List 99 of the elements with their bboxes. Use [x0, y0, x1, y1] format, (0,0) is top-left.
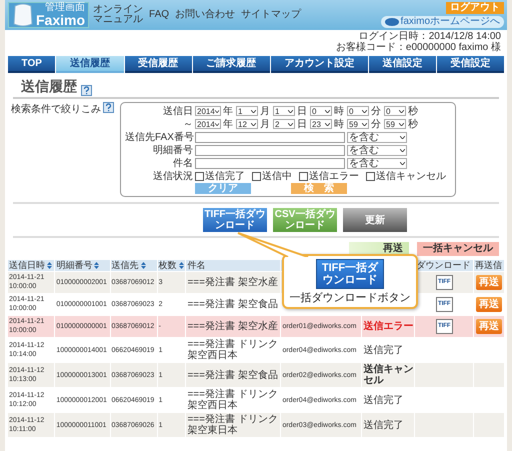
- nav-tab[interactable]: ご請求履歴: [192, 56, 270, 73]
- status-checkbox[interactable]: 送信キャンセル: [366, 169, 446, 183]
- column-header[interactable]: 枚数: [158, 260, 184, 271]
- date-select[interactable]: 1: [273, 106, 295, 116]
- nav-tab[interactable]: TOP: [8, 56, 56, 73]
- caret-icon: [362, 122, 367, 126]
- field-label: ～: [182, 118, 193, 131]
- status-cell: 送信完了: [363, 394, 404, 406]
- subject-cell: ===発注書 架空食品: [187, 370, 278, 380]
- logo-text: Faximo: [36, 13, 86, 27]
- nav-tab[interactable]: 送信履歴: [56, 56, 124, 73]
- status-checkbox[interactable]: 送信中: [252, 169, 292, 183]
- text-field[interactable]: [195, 144, 345, 156]
- caret-icon: [325, 122, 330, 126]
- callout-caption: 一括ダウンロードボタン: [290, 292, 410, 304]
- field-label: 送信状況: [152, 170, 193, 183]
- sort-icon[interactable]: [47, 262, 52, 269]
- filter-label: 検索条件で絞りこみ: [11, 102, 101, 116]
- nav-tab[interactable]: 送信設定: [368, 56, 436, 73]
- action-button[interactable]: 一括キャンセル: [417, 242, 499, 256]
- field-label: 件名: [172, 157, 193, 170]
- match-select[interactable]: を含む: [347, 132, 407, 142]
- date-select[interactable]: 1: [236, 106, 258, 116]
- date-select[interactable]: 0: [384, 106, 406, 116]
- caret-icon: [399, 122, 404, 126]
- date-select[interactable]: 2: [273, 119, 295, 129]
- text-field[interactable]: [195, 158, 345, 168]
- caret-icon: [400, 148, 405, 152]
- match-select[interactable]: を含む: [347, 144, 407, 156]
- caret-icon: [362, 110, 367, 112]
- caret-icon: [214, 110, 219, 112]
- status-cell: 送信エラー: [363, 321, 414, 332]
- date-select[interactable]: 2014: [195, 106, 221, 116]
- unit-label: 月: [260, 118, 270, 131]
- unit-label: 時: [334, 104, 344, 118]
- sort-icon[interactable]: [178, 262, 184, 269]
- unit-label: 日: [297, 105, 307, 118]
- unit-label: 分: [371, 105, 381, 118]
- date-select[interactable]: 59: [384, 119, 406, 129]
- page-title: 送信履歴: [21, 78, 77, 96]
- unit-label: 年: [223, 105, 233, 118]
- date-select[interactable]: 12: [236, 119, 258, 129]
- sort-icon[interactable]: [140, 262, 146, 269]
- homepage-link[interactable]: faximoホームページへ: [380, 16, 504, 28]
- unit-label: 秒: [408, 104, 418, 118]
- column-header[interactable]: 件名: [187, 260, 206, 271]
- header-link[interactable]: お問い合わせ: [175, 10, 236, 20]
- subject-cell: ===発注書 ドリンク架空西日本: [187, 339, 278, 361]
- header-link[interactable]: FAQ: [149, 10, 170, 20]
- status-cell: 送信完了: [363, 344, 404, 356]
- status-cell: 送信キャンセル: [363, 364, 414, 386]
- header-link[interactable]: オンラインマニュアル: [93, 4, 144, 26]
- unit-label: 時: [334, 118, 344, 131]
- nav-tab[interactable]: アカウント設定: [270, 56, 368, 73]
- unit-label: 秒: [408, 118, 418, 131]
- caret-icon: [325, 110, 330, 112]
- customer-code: お客様コード：e00000000 faximo 様: [336, 42, 501, 53]
- download-button[interactable]: 更新: [343, 208, 407, 232]
- nav-tab[interactable]: 受信設定: [436, 56, 504, 73]
- logo-caption: 管理画面: [45, 3, 86, 13]
- download-button[interactable]: TIFF一括ダウンロード: [203, 208, 267, 232]
- status-cell: 送信完了: [363, 420, 404, 430]
- caret-icon: [251, 122, 256, 126]
- subject-cell: ===発注書 ドリンク架空東日本: [187, 414, 278, 436]
- caret-icon: [400, 136, 405, 138]
- subject-cell: ===発注書 架空食品: [187, 299, 278, 310]
- caret-icon: [400, 162, 405, 164]
- header-link[interactable]: サイトマップ: [241, 10, 302, 20]
- nav-tab[interactable]: 受信履歴: [124, 56, 192, 73]
- text-field[interactable]: [195, 132, 345, 142]
- sort-icon[interactable]: [94, 262, 100, 269]
- subject-cell: ===発注書 架空水産: [187, 277, 278, 288]
- login-datetime: ログイン日時：2014/12/8 14:00: [358, 31, 501, 42]
- caret-icon: [251, 110, 256, 112]
- caret-icon: [288, 110, 293, 112]
- unit-label: 月: [260, 105, 270, 118]
- date-select[interactable]: 59: [347, 119, 369, 129]
- field-label: 送信先FAX番号: [125, 130, 193, 144]
- date-select[interactable]: 23: [310, 119, 332, 129]
- caret-icon: [399, 110, 404, 112]
- column-header[interactable]: 再送信: [475, 260, 502, 271]
- caret-icon: [288, 122, 293, 126]
- date-select[interactable]: 0: [347, 106, 369, 116]
- match-select[interactable]: を含む: [347, 158, 407, 168]
- help-icon[interactable]: [81, 85, 92, 96]
- unit-label: 分: [371, 118, 381, 131]
- field-label: 送信日: [162, 105, 193, 118]
- date-select[interactable]: 2014: [195, 119, 221, 129]
- unit-label: 年: [223, 118, 233, 131]
- field-label: 明細番号: [152, 144, 193, 157]
- date-select[interactable]: 0: [310, 106, 332, 116]
- status-checkbox[interactable]: 送信エラー: [299, 169, 359, 183]
- status-checkbox[interactable]: 送信完了: [195, 169, 245, 183]
- subject-cell: ===発注書 架空水産: [187, 321, 278, 332]
- caret-icon: [214, 122, 219, 126]
- unit-label: 日: [297, 118, 307, 131]
- help-icon[interactable]: [103, 102, 114, 113]
- subject-cell: ===発注書 ドリンク架空西日本: [187, 389, 278, 411]
- logo-icon: [384, 18, 399, 26]
